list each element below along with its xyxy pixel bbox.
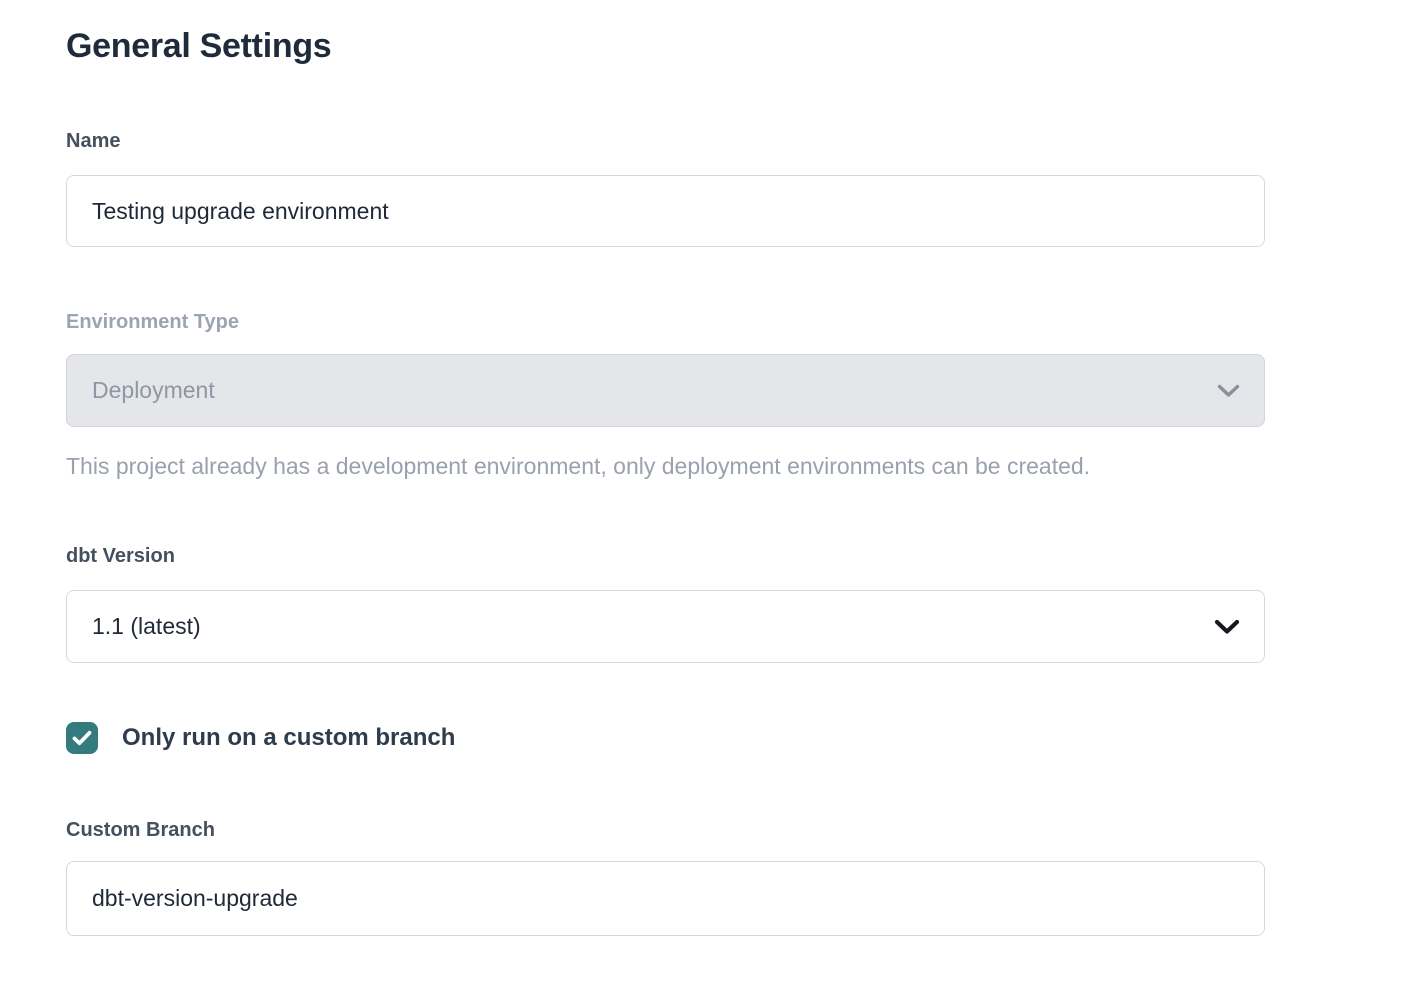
dbt-version-label: dbt Version [66, 545, 1265, 568]
custom-branch-checkbox[interactable] [66, 722, 98, 754]
custom-branch-checkbox-label[interactable]: Only run on a custom branch [122, 724, 455, 752]
chevron-down-icon [1214, 619, 1240, 635]
dbt-version-select[interactable]: 1.1 (latest) [66, 590, 1265, 663]
dbt-version-selected-value: 1.1 (latest) [92, 613, 201, 640]
environment-type-help-text: This project already has a development e… [66, 452, 1265, 480]
environment-type-selected-value: Deployment [92, 377, 215, 404]
custom-branch-input[interactable] [66, 861, 1265, 936]
environment-type-select: Deployment [66, 354, 1265, 427]
custom-branch-label: Custom Branch [66, 819, 1265, 842]
name-label: Name [66, 130, 1265, 153]
environment-type-label: Environment Type [66, 311, 1265, 334]
custom-branch-toggle-row: Only run on a custom branch [66, 722, 1265, 754]
name-input[interactable] [66, 175, 1265, 247]
page-title: General Settings [66, 27, 1265, 66]
chevron-down-icon [1217, 384, 1240, 398]
check-icon [72, 730, 92, 746]
general-settings-form: General Settings Name Environment Type D… [66, 27, 1265, 936]
